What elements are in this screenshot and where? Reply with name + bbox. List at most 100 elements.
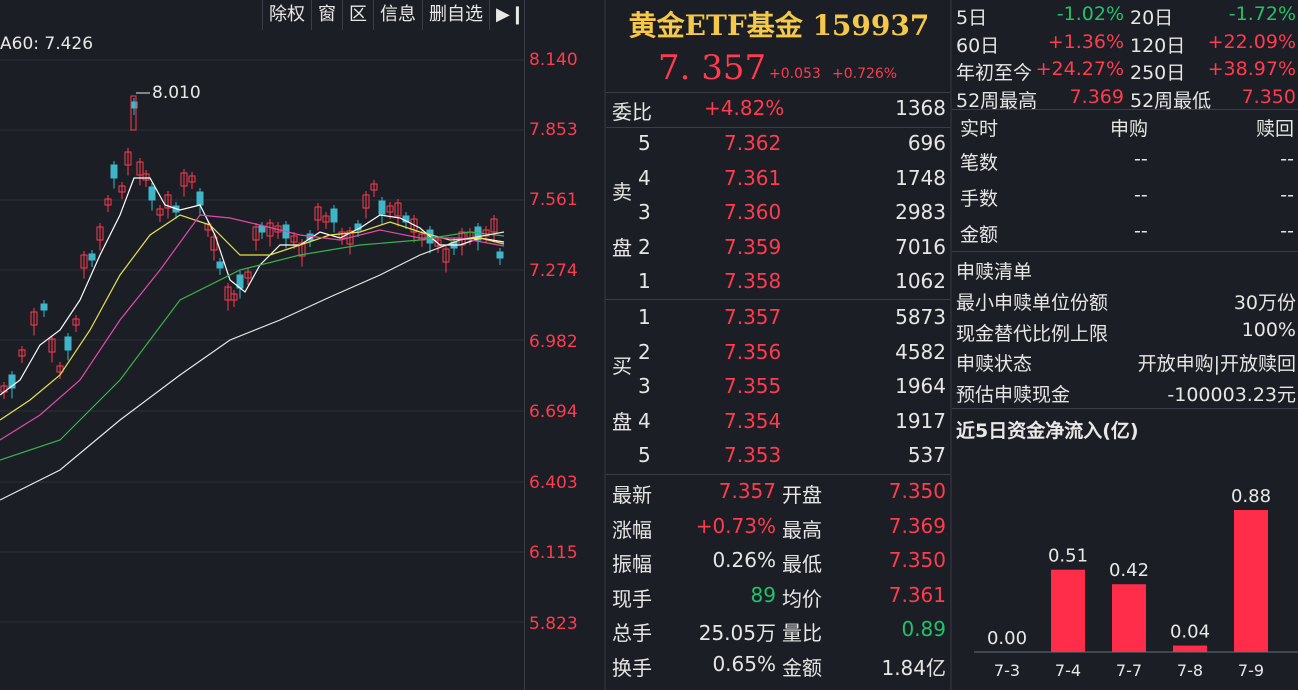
ask-volume: 1748	[895, 166, 946, 190]
flow-category-label: 7-4	[1055, 661, 1081, 680]
ask-volume: 696	[908, 131, 946, 155]
creation-title-row: 申赎清单	[952, 255, 1298, 285]
perf-label: 120日	[1130, 31, 1185, 58]
creation-row: 预估申赎现金-100003.23元	[952, 378, 1298, 408]
flow-value-label: 0.00	[987, 628, 1027, 649]
window-button[interactable]: 窗	[311, 0, 342, 30]
flow-value-label: 0.04	[1170, 622, 1210, 643]
creation-row: 最小申赎单位份额 30万份	[952, 286, 1298, 316]
price-tick: 5.823	[529, 614, 578, 634]
ask-price: 7.359	[724, 235, 781, 259]
bid-price: 7.353	[724, 443, 781, 467]
stat-value: 1.84亿	[881, 652, 946, 681]
perf-label: 60日	[956, 31, 999, 58]
stat-row: 最新7.357开盘7.350	[606, 475, 946, 509]
candle-body	[259, 226, 265, 232]
bid-price: 7.355	[724, 374, 781, 398]
candle-body	[497, 252, 503, 258]
candle-body	[217, 262, 223, 268]
kline-chart[interactable]: 8.010	[0, 0, 524, 690]
ask-level: 2	[638, 235, 651, 259]
stat-row: 总手25.05万量比0.89	[606, 613, 946, 647]
creation-value: 30万份	[1234, 288, 1296, 315]
perf-label: 5日	[956, 3, 987, 30]
flow-category-label: 7-8	[1177, 661, 1203, 680]
perf-value: 7.369	[1070, 86, 1124, 108]
realtime-title: 实时	[960, 114, 998, 141]
flow-bar	[1234, 510, 1268, 652]
ask-row[interactable]: 17.3581062	[606, 265, 946, 299]
perf-value: 7.350	[1242, 86, 1296, 108]
redeem-value: --	[1280, 184, 1294, 206]
creation-label: 现金替代比例上限	[956, 319, 1108, 346]
change-abs: +0.053	[769, 66, 821, 82]
ask-row[interactable]: 57.362696	[606, 127, 946, 161]
candle-body	[379, 201, 385, 214]
bid-volume: 1917	[895, 409, 946, 433]
ask-row[interactable]: 37.3602983	[606, 196, 946, 230]
bid-row[interactable]: 17.3575873	[606, 301, 946, 335]
bid-level: 1	[638, 305, 651, 329]
bid-row[interactable]: 47.3541917	[606, 405, 946, 439]
ask-row[interactable]: 47.3611748	[606, 162, 946, 196]
candle-body	[65, 337, 71, 350]
creation-label: 申赎状态	[956, 349, 1032, 376]
flow-value-label: 0.88	[1231, 486, 1271, 507]
bid-row[interactable]: 27.3564582	[606, 336, 946, 370]
change-pct: +0.726%	[832, 66, 897, 82]
remove-watchlist-button[interactable]: 删自选	[422, 0, 489, 30]
realtime-header: 实时 申购 赎回	[952, 112, 1298, 142]
stat-value: 0.26%	[712, 548, 776, 572]
price-tick: 8.140	[529, 50, 578, 70]
redeem-value: --	[1280, 220, 1294, 242]
weibi-volume: 1368	[895, 96, 946, 120]
fund-info-panel: 5日-1.02%20日-1.72%60日+1.36%120日+22.09%年初至…	[950, 0, 1298, 690]
stat-row: 振幅0.26%最低7.350	[606, 544, 946, 578]
bid-row[interactable]: 57.353537	[606, 439, 946, 473]
ask-volume: 1062	[895, 269, 946, 293]
stat-value: +0.73%	[696, 514, 776, 538]
weibi-row: 委比 +4.82% 1368	[606, 92, 946, 126]
bid-volume: 1964	[895, 374, 946, 398]
flow-bar	[1173, 646, 1207, 652]
stat-row: 换手0.65%金额1.84亿	[606, 648, 946, 682]
price-tick: 7.853	[529, 120, 578, 140]
creation-label: 最小申赎单位份额	[956, 288, 1108, 315]
bid-level: 4	[638, 409, 651, 433]
stat-value: 0.65%	[712, 652, 776, 676]
ask-price: 7.360	[724, 200, 781, 224]
stat-value: 89	[751, 583, 776, 607]
price-tick: 7.561	[529, 190, 578, 210]
candle-body	[89, 254, 95, 260]
kline-chart-panel[interactable]: 8.010 除权 窗 区 信息 删自选 ▶❙ A60: 7.426 8.140 …	[0, 0, 604, 690]
perf-label: 20日	[1130, 3, 1173, 30]
redeem-header: 赎回	[1256, 114, 1294, 141]
realtime-label: 笔数	[960, 148, 998, 175]
ask-price: 7.361	[724, 166, 781, 190]
bid-volume: 4582	[895, 340, 946, 364]
subscribe-header: 申购	[1110, 114, 1148, 141]
ma60-line	[0, 232, 504, 500]
ask-volume: 7016	[895, 235, 946, 259]
info-button[interactable]: 信息	[373, 0, 422, 30]
perf-value: +24.27%	[1036, 58, 1124, 80]
ask-row[interactable]: 2 7.359 7016	[606, 231, 946, 265]
candle-body	[41, 304, 47, 310]
perf-value: +22.09%	[1208, 31, 1296, 53]
flow-category-label: 7-3	[994, 661, 1020, 680]
creation-label: 预估申赎现金	[956, 380, 1070, 407]
stat-value: 0.89	[901, 617, 946, 641]
ask-price: 7.362	[724, 131, 781, 155]
exright-button[interactable]: 除权	[262, 0, 311, 30]
candle-body	[197, 192, 203, 205]
stat-label: 量比	[782, 617, 822, 646]
high-annotation-label: 8.010	[152, 83, 201, 103]
creation-row: 现金替代比例上限100%	[952, 317, 1298, 347]
perf-value: -1.02%	[1057, 3, 1124, 25]
range-button[interactable]: 区	[342, 0, 373, 30]
bid-row[interactable]: 37.3551964	[606, 370, 946, 404]
stat-label: 振幅	[612, 548, 652, 577]
stat-value: 7.357	[719, 479, 776, 503]
perf-label: 年初至今	[956, 58, 1032, 85]
flow-bar	[1112, 584, 1146, 652]
